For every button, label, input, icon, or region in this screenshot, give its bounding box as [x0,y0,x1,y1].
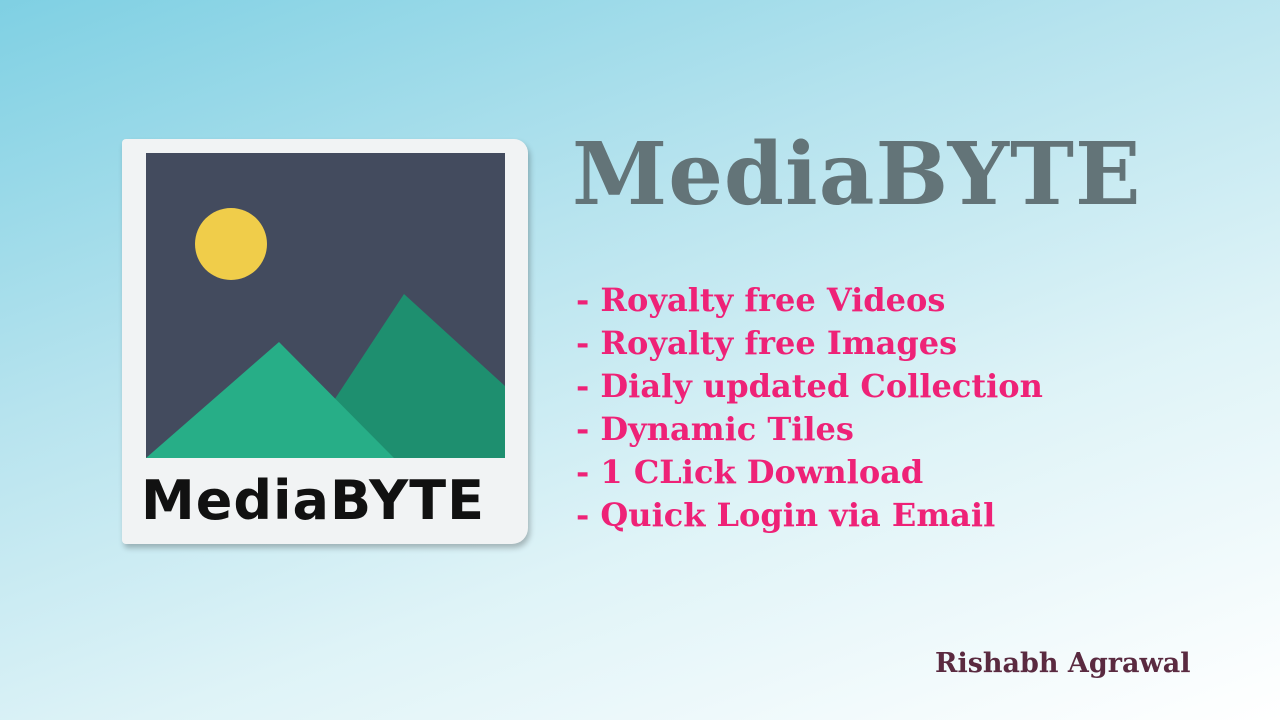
app-logo: MediaBYTE [122,139,528,544]
feature-item: - Dynamic Tiles [576,410,854,448]
logo-label: MediaBYTE [141,469,485,532]
feature-item: - Royalty free Images [576,324,958,362]
sun-icon [195,208,267,280]
feature-list: - Royalty free Videos - Royalty free Ima… [576,279,1043,537]
feature-item: - Royalty free Videos [576,281,946,319]
app-title: MediaBYTE [572,124,1142,225]
feature-item: - Quick Login via Email [576,496,996,534]
feature-item: - 1 CLick Download [576,453,924,491]
image-placeholder-icon [146,153,505,458]
author-name: Rishabh Agrawal [935,648,1191,679]
feature-item: - Dialy updated Collection [576,367,1043,405]
